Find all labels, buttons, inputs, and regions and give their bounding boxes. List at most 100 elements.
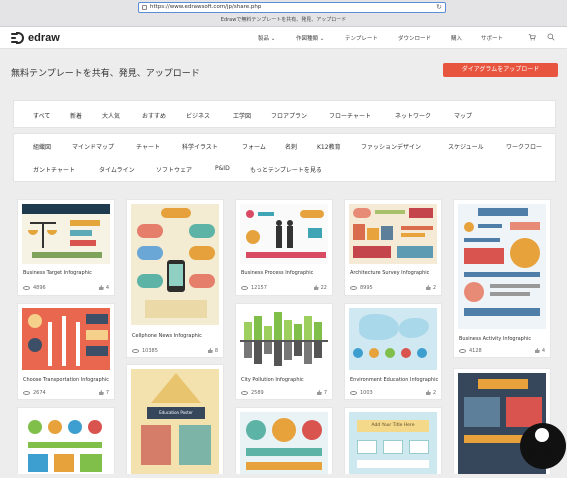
thumbs-up-icon (316, 390, 322, 395)
category-mindmap[interactable]: マインドマップ (72, 142, 114, 151)
template-card[interactable]: Business Activity Infographic 4128 4 (453, 199, 551, 358)
eye-icon (350, 390, 357, 395)
category-network[interactable]: ネットワーク (395, 111, 431, 120)
view-count: 12157 (241, 285, 267, 291)
card-title: Choose Transportation Infographic (23, 377, 109, 383)
hero-section: 無料テンプレートを共有、発見、アップロード ダイアグラムをアップロード (0, 49, 567, 91)
logo-text: edraw (28, 32, 60, 44)
template-thumbnail (22, 412, 110, 474)
template-thumbnail (458, 204, 546, 329)
category-business[interactable]: ビジネス (186, 111, 210, 120)
category-form[interactable]: フォーム (242, 142, 266, 151)
category-new[interactable]: 新着 (70, 111, 82, 120)
category-flowchart[interactable]: フローチャート (329, 111, 371, 120)
card-title: City Pollution Infographic (241, 377, 304, 383)
card-title: Business Target Infographic (23, 270, 92, 276)
card-title: Environment Education Infographic (350, 377, 439, 383)
category-software[interactable]: ソフトウェア (156, 165, 192, 174)
category-recommended[interactable]: おすすめ (142, 111, 166, 120)
nav-support[interactable]: サポート (481, 34, 503, 42)
category-workflow[interactable]: ワークフロー (506, 142, 542, 151)
category-more-templates[interactable]: もっとテンプレートを見る (250, 165, 322, 174)
address-bar[interactable]: https://www.edrawsoft.com/jp/share.php ↻ (138, 2, 446, 13)
template-card[interactable]: Environment Education Infographic 1003 2 (344, 303, 442, 400)
card-title: Business Activity Infographic (459, 336, 532, 342)
card-title: Architecture Survey Infographic (350, 270, 430, 276)
template-card[interactable]: Choose Transportation Infographic 2674 7 (17, 303, 115, 400)
edraw-logo-icon (11, 32, 24, 44)
category-science[interactable]: 科学イラスト (182, 142, 218, 151)
like-count[interactable]: 7 (316, 390, 327, 396)
eye-icon (23, 285, 30, 290)
template-thumbnail (131, 204, 219, 325)
nav-buy[interactable]: 購入 (451, 34, 462, 42)
like-count[interactable]: 8 (207, 348, 218, 354)
category-map[interactable]: マップ (454, 111, 472, 120)
search-icon[interactable] (547, 33, 555, 41)
eye-icon (132, 348, 139, 353)
like-count[interactable]: 4 (98, 285, 109, 291)
edraw-logo[interactable]: edraw (11, 32, 60, 44)
template-card[interactable]: Architecture Survey Infographic 8995 2 (344, 199, 442, 296)
nav-download[interactable]: ダウンロード (398, 34, 431, 42)
watermark-text: 林檎 (527, 449, 563, 460)
hero-title: 無料テンプレートを共有、発見、アップロード (11, 69, 200, 79)
nav-products[interactable]: 製品 ⌄ (258, 34, 275, 42)
category-engineering[interactable]: 工学図 (233, 111, 251, 120)
like-count[interactable]: 7 (98, 390, 109, 396)
eye-icon (23, 390, 30, 395)
category-popular[interactable]: 大人気 (102, 111, 120, 120)
view-count: 4896 (23, 285, 46, 291)
upload-diagram-button[interactable]: ダイアグラムをアップロード (443, 63, 558, 77)
like-count[interactable]: 2 (425, 390, 436, 396)
template-card[interactable]: Add Your Title Here (344, 407, 442, 474)
template-card[interactable]: Business Process Infographic 12157 22 (235, 199, 333, 296)
category-gantt[interactable]: ガントチャート (33, 165, 75, 174)
template-thumbnail (240, 412, 328, 474)
template-card[interactable]: Cellphone News Infographic 10385 8 (126, 199, 224, 358)
template-thumbnail (240, 204, 328, 264)
category-pid[interactable]: P&ID (215, 165, 230, 172)
site-watermark-badge: 林檎 (520, 423, 566, 469)
thumbs-up-icon (313, 285, 319, 290)
category-schedule[interactable]: スケジュール (448, 142, 484, 151)
thumbs-up-icon (534, 348, 540, 353)
category-fashion[interactable]: ファッションデザイン (361, 142, 421, 151)
category-bar-secondary: 組織図 マインドマップ チャート 科学イラスト フォーム 名刺 K12教育 ファ… (13, 133, 556, 182)
reload-icon[interactable]: ↻ (436, 3, 442, 12)
view-count: 8995 (350, 285, 373, 291)
page-tab-title: Edrawで無料テンプレートを共有、発見、アップロード (220, 17, 347, 23)
nav-templates[interactable]: テンプレート (345, 34, 378, 42)
lock-icon (142, 5, 147, 10)
browser-toolbar: https://www.edrawsoft.com/jp/share.php ↻… (0, 0, 567, 27)
category-org-chart[interactable]: 組織図 (33, 142, 51, 151)
eye-icon (241, 390, 248, 395)
education-poster-title: Education Poster (147, 407, 205, 419)
view-count: 10385 (132, 348, 158, 354)
category-floorplan[interactable]: フロアプラン (271, 111, 307, 120)
category-all[interactable]: すべて (33, 111, 50, 120)
card-title: Business Process Infographic (241, 270, 314, 276)
site-header: edraw 製品 ⌄ 作図種類 ⌄ テンプレート ダウンロード 購入 サポート (0, 27, 567, 49)
like-count[interactable]: 4 (534, 348, 545, 354)
category-bar-primary: すべて 新着 大人気 おすすめ ビジネス 工学図 フロアプラン フローチャート … (13, 100, 556, 128)
nav-diagram-types[interactable]: 作図種類 ⌄ (296, 34, 324, 42)
thumbs-up-icon (98, 390, 104, 395)
thumbs-up-icon (425, 390, 431, 395)
like-count[interactable]: 22 (313, 285, 327, 291)
template-card[interactable]: Business Target Infographic 4896 4 (17, 199, 115, 296)
like-count[interactable]: 2 (425, 285, 436, 291)
template-card[interactable]: City Pollution Infographic 2589 7 (235, 303, 333, 400)
template-thumbnail: Education Poster (131, 369, 219, 474)
category-timeline[interactable]: タイムライン (99, 165, 135, 174)
category-chart[interactable]: チャート (136, 142, 160, 151)
view-count: 2674 (23, 390, 46, 396)
template-card[interactable] (235, 407, 333, 474)
view-count: 2589 (241, 390, 264, 396)
category-k12[interactable]: K12教育 (317, 142, 341, 151)
cart-icon[interactable] (528, 33, 536, 41)
template-card[interactable]: Education Poster (126, 364, 224, 474)
thumbs-up-icon (98, 285, 104, 290)
template-card[interactable] (17, 407, 115, 474)
category-business-card[interactable]: 名刺 (285, 142, 297, 151)
